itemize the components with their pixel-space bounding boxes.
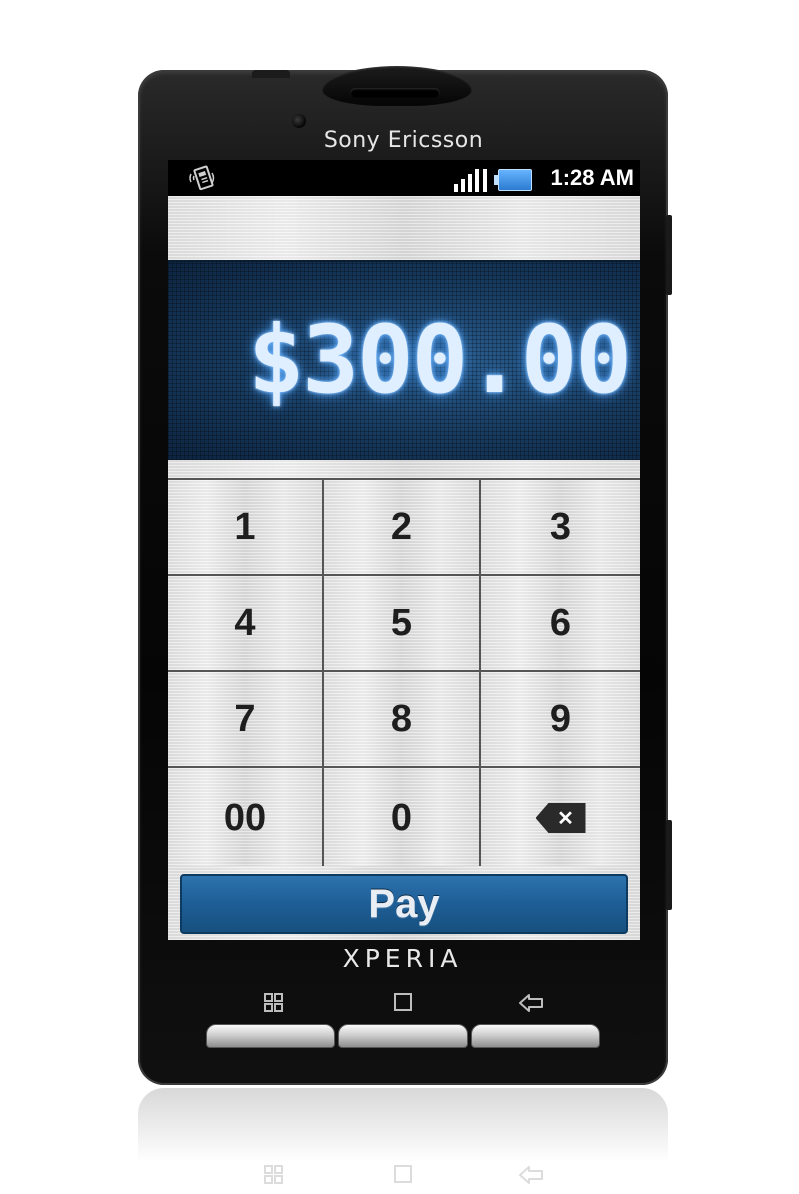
key-7[interactable]: 7 <box>168 672 324 768</box>
header-panel <box>168 196 640 260</box>
key-00[interactable]: 00 <box>168 768 324 868</box>
status-clock: 1:28 AM <box>550 165 634 190</box>
xperia-logo: XPERIA <box>342 944 463 973</box>
key-3[interactable]: 3 <box>481 480 640 576</box>
phone-screen: 1:28 AM $300.00 1 2 3 4 5 6 7 8 9 00 0 ✕… <box>168 160 640 940</box>
home-square-icon[interactable] <box>389 990 417 1016</box>
key-9[interactable]: 9 <box>481 672 640 768</box>
pay-area: Pay <box>168 866 640 940</box>
hardware-back-button[interactable] <box>470 1024 600 1048</box>
brand-logo: Sony Ericsson <box>323 128 484 153</box>
menu-grid-icon[interactable] <box>260 990 288 1016</box>
key-8[interactable]: 8 <box>324 672 481 768</box>
amount-value: $300.00 <box>247 306 632 415</box>
key-5[interactable]: 5 <box>324 576 481 672</box>
key-0[interactable]: 0 <box>324 768 481 868</box>
earpiece-housing <box>322 66 472 106</box>
key-2[interactable]: 2 <box>324 480 481 576</box>
key-1[interactable]: 1 <box>168 480 324 576</box>
nfc-terminal-icon <box>188 165 218 191</box>
hardware-button-bar <box>206 1024 600 1048</box>
backspace-icon: ✕ <box>535 803 586 833</box>
numeric-keypad: 1 2 3 4 5 6 7 8 9 00 0 ✕ <box>168 478 640 868</box>
amount-display: $300.00 <box>168 260 640 462</box>
hardware-home-button[interactable] <box>338 1024 468 1048</box>
reflected-home-square-icon <box>389 1162 417 1188</box>
power-button[interactable] <box>252 70 290 78</box>
hardware-menu-button[interactable] <box>206 1024 336 1048</box>
volume-rocker[interactable] <box>666 215 672 295</box>
pay-button[interactable]: Pay <box>180 874 628 934</box>
status-bar: 1:28 AM <box>168 160 640 196</box>
camera-shutter-button[interactable] <box>666 820 672 910</box>
back-arrow-icon[interactable] <box>517 990 545 1016</box>
reflected-back-arrow-icon <box>517 1162 545 1188</box>
battery-icon <box>494 169 532 191</box>
key-4[interactable]: 4 <box>168 576 324 672</box>
backspace-key[interactable]: ✕ <box>481 768 640 868</box>
key-6[interactable]: 6 <box>481 576 640 672</box>
front-camera <box>292 114 306 128</box>
signal-bars-icon <box>454 168 490 192</box>
display-separator <box>168 460 640 478</box>
earpiece-speaker <box>350 88 440 98</box>
reflected-menu-grid-icon <box>260 1162 288 1188</box>
